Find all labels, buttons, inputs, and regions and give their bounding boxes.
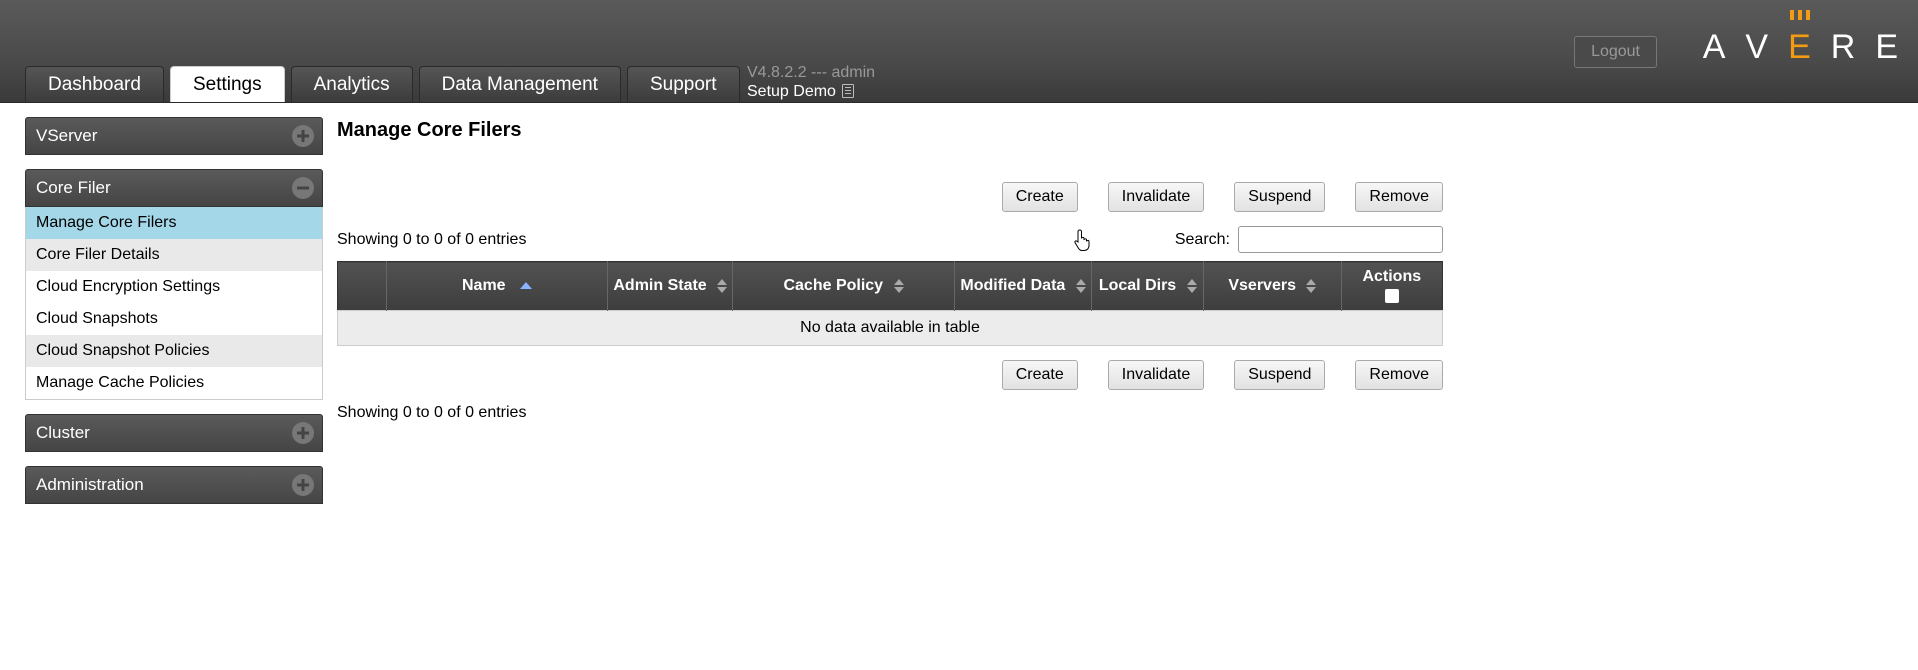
sidebar-section-core-filer[interactable]: Core Filer [25, 169, 323, 207]
context-name[interactable]: Setup Demo [747, 83, 836, 100]
sidebar: VServer Core Filer Manage Core Filers Co… [25, 117, 323, 504]
entries-info-top: Showing 0 to 0 of 0 entries [337, 231, 526, 249]
tab-support[interactable]: Support [627, 66, 740, 102]
suspend-button-bottom[interactable]: Suspend [1234, 360, 1325, 390]
col-label: Vservers [1228, 277, 1296, 294]
sidebar-item-manage-core-filers[interactable]: Manage Core Filers [26, 207, 322, 239]
sidebar-item-core-filer-details[interactable]: Core Filer Details [26, 239, 322, 271]
col-label: Cache Policy [783, 277, 883, 294]
search-label: Search: [1175, 231, 1230, 249]
sort-icon [894, 279, 904, 293]
sidebar-item-cloud-encryption-settings[interactable]: Cloud Encryption Settings [26, 271, 322, 303]
select-all-checkbox[interactable] [1385, 289, 1399, 303]
sidebar-section-label: Core Filer [36, 178, 111, 198]
suspend-button[interactable]: Suspend [1234, 182, 1325, 212]
expand-icon [292, 125, 314, 147]
collapse-icon [292, 177, 314, 199]
sort-icon [1187, 279, 1197, 293]
table-empty-row: No data available in table [338, 311, 1443, 346]
logout-button[interactable]: Logout [1574, 36, 1657, 68]
col-actions[interactable]: Actions [1341, 262, 1442, 311]
col-blank[interactable] [338, 262, 387, 311]
sidebar-section-vserver[interactable]: VServer [25, 117, 323, 155]
create-button[interactable]: Create [1002, 182, 1078, 212]
expand-icon [292, 474, 314, 496]
core-filers-table: Name Admin State Cache Policy Modified D… [337, 261, 1443, 346]
sidebar-section-label: Administration [36, 475, 144, 495]
sidebar-section-label: Cluster [36, 423, 90, 443]
invalidate-button[interactable]: Invalidate [1108, 182, 1205, 212]
top-bar: Dashboard Settings Analytics Data Manage… [0, 0, 1918, 103]
tab-data-management[interactable]: Data Management [419, 66, 621, 102]
sidebar-item-cloud-snapshot-policies[interactable]: Cloud Snapshot Policies [26, 335, 322, 367]
tab-settings[interactable]: Settings [170, 66, 285, 102]
remove-button[interactable]: Remove [1355, 182, 1443, 212]
sort-icon [1306, 279, 1316, 293]
col-label: Modified Data [960, 277, 1065, 294]
col-admin-state[interactable]: Admin State [608, 262, 733, 311]
sidebar-section-label: VServer [36, 126, 97, 146]
entries-info-bottom: Showing 0 to 0 of 0 entries [337, 404, 1443, 422]
expand-icon [292, 422, 314, 444]
remove-button-bottom[interactable]: Remove [1355, 360, 1443, 390]
toolbar-top: Create Invalidate Suspend Remove [337, 182, 1443, 212]
empty-message: No data available in table [338, 311, 1443, 346]
document-icon[interactable] [842, 84, 854, 98]
info-search-row: Showing 0 to 0 of 0 entries Search: [337, 226, 1443, 253]
main-tabs: Dashboard Settings Analytics Data Manage… [25, 66, 740, 102]
sidebar-section-cluster[interactable]: Cluster [25, 414, 323, 452]
col-label: Name [462, 277, 506, 294]
sidebar-item-manage-cache-policies[interactable]: Manage Cache Policies [26, 367, 322, 399]
col-label: Admin State [613, 277, 706, 294]
header-status: V4.8.2.2 --- admin Setup Demo [747, 63, 875, 101]
sidebar-item-cloud-snapshots[interactable]: Cloud Snapshots [26, 303, 322, 335]
invalidate-button-bottom[interactable]: Invalidate [1108, 360, 1205, 390]
col-modified-data[interactable]: Modified Data [954, 262, 1091, 311]
sidebar-section-administration[interactable]: Administration [25, 466, 323, 504]
main-panel: Manage Core Filers Create Invalidate Sus… [323, 117, 1463, 504]
sort-asc-icon [520, 282, 532, 289]
col-cache-policy[interactable]: Cache Policy [733, 262, 955, 311]
brand-logo: AVERE [1703, 28, 1900, 67]
col-label: Local Dirs [1099, 277, 1176, 294]
col-name[interactable]: Name [386, 262, 608, 311]
sort-icon [1076, 279, 1086, 293]
col-vservers[interactable]: Vservers [1204, 262, 1341, 311]
col-local-dirs[interactable]: Local Dirs [1092, 262, 1204, 311]
sidebar-list-core-filer: Manage Core Filers Core Filer Details Cl… [25, 207, 323, 400]
page-title: Manage Core Filers [337, 119, 1443, 142]
tab-analytics[interactable]: Analytics [291, 66, 413, 102]
content-area: VServer Core Filer Manage Core Filers Co… [0, 103, 1918, 504]
version-user-text: V4.8.2.2 --- admin [747, 63, 875, 82]
toolbar-bottom: Create Invalidate Suspend Remove [337, 360, 1443, 390]
search-input[interactable] [1238, 226, 1443, 253]
create-button-bottom[interactable]: Create [1002, 360, 1078, 390]
tab-dashboard[interactable]: Dashboard [25, 66, 164, 102]
sort-icon [717, 279, 727, 293]
col-label: Actions [1346, 268, 1438, 286]
